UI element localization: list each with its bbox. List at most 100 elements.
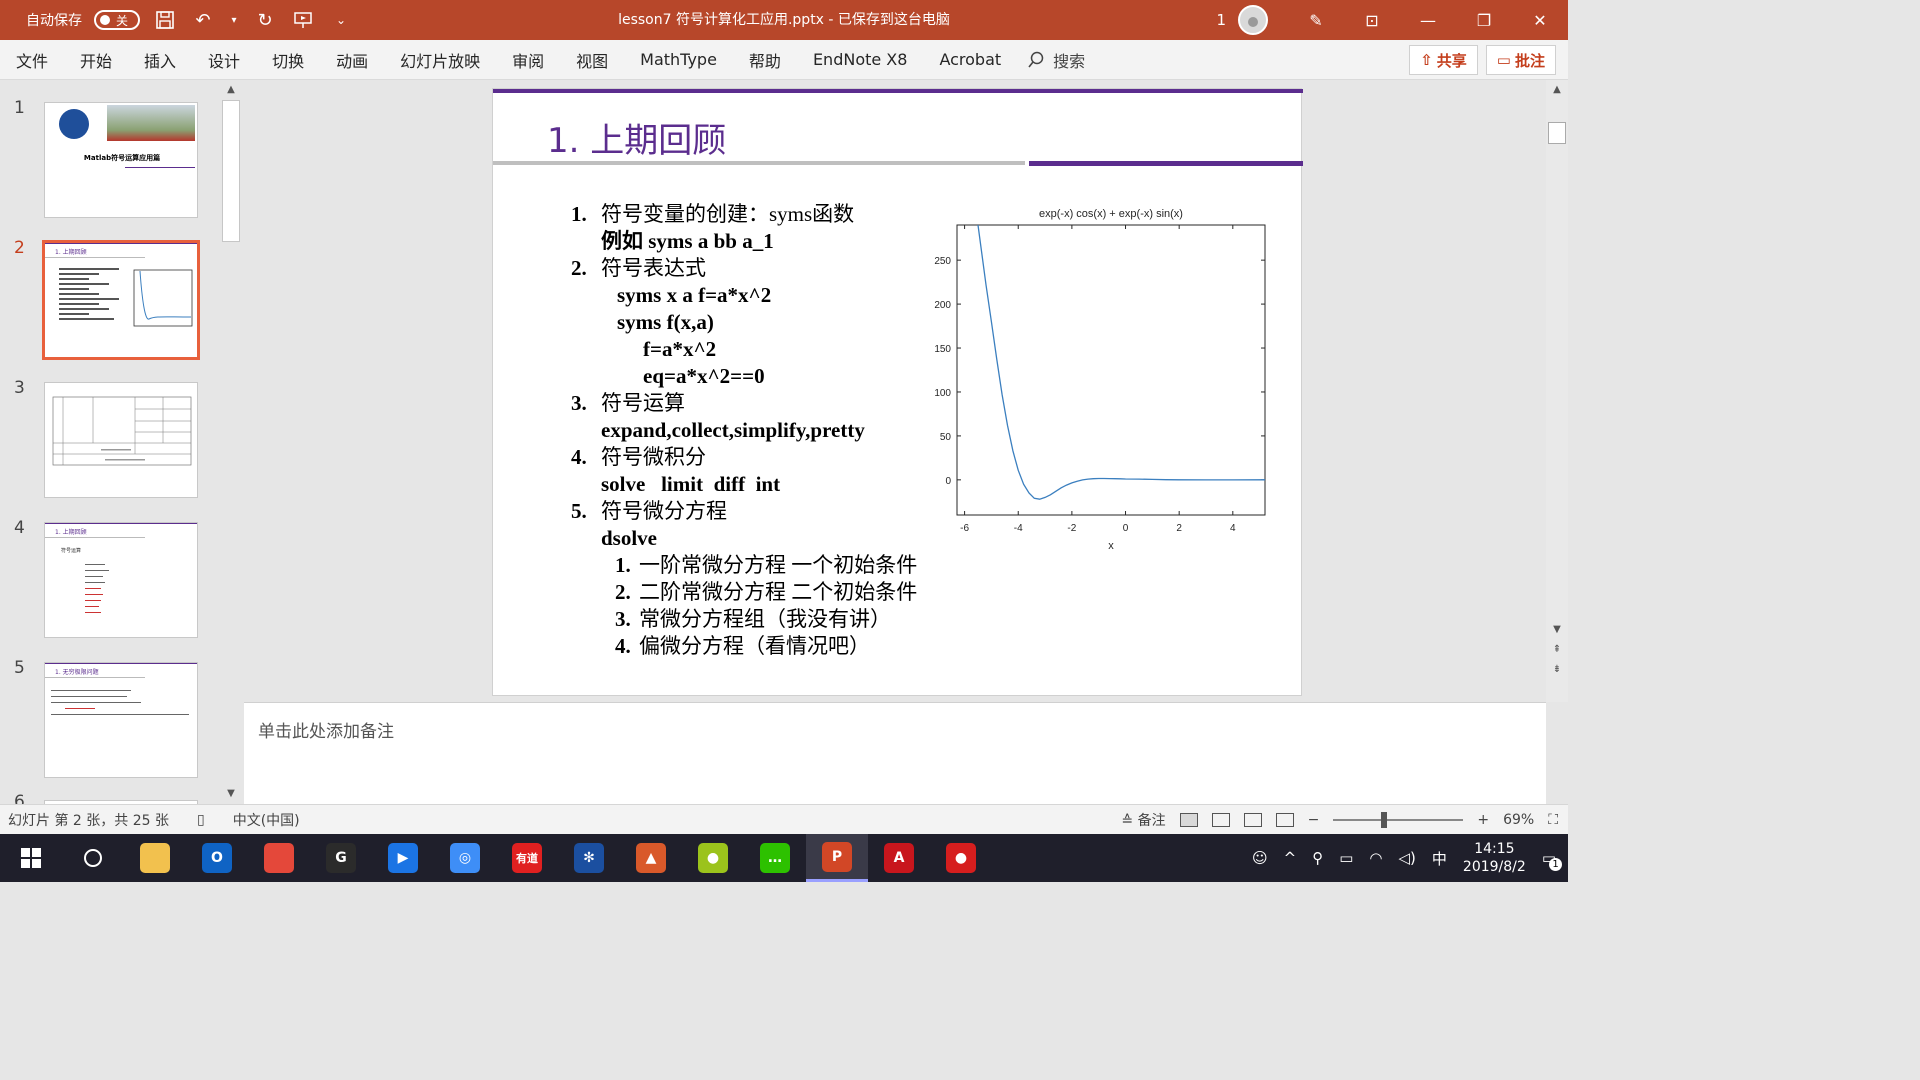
volume-icon[interactable]: ◁)	[1399, 849, 1416, 867]
present-from-start-icon[interactable]	[290, 7, 316, 33]
people-icon[interactable]: ☺	[1252, 849, 1268, 867]
taskbar-powerpoint-icon[interactable]: P	[806, 834, 868, 882]
zoom-slider[interactable]	[1333, 812, 1464, 828]
avatar[interactable]	[1238, 5, 1268, 35]
zoom-level[interactable]: 69%	[1503, 812, 1534, 828]
thumb-slide-3[interactable]	[44, 382, 198, 498]
start-button[interactable]	[0, 834, 62, 882]
tray-app-icon[interactable]: ⚲	[1312, 849, 1323, 867]
taskbar-app-yellow-green-icon[interactable]: ●	[682, 834, 744, 882]
scroll-thumb[interactable]	[222, 100, 240, 242]
taskbar-file-explorer-icon[interactable]	[124, 834, 186, 882]
normal-view-icon[interactable]	[1179, 813, 1198, 827]
search-circle-icon[interactable]	[62, 834, 124, 882]
list-item: 例如 syms a bb a_1	[601, 229, 774, 253]
tab-insert[interactable]: 插入	[128, 48, 192, 72]
tab-design[interactable]: 设计	[192, 48, 256, 72]
thumb-slide-1[interactable]: Matlab符号运算应用篇	[44, 102, 198, 218]
slide-scroll-down-icon[interactable]: ▼	[1550, 624, 1564, 638]
zoom-out-icon[interactable]: −	[1308, 812, 1320, 828]
wechat-tile: …	[760, 843, 790, 873]
slide-scroll-up-icon[interactable]: ▲	[1550, 84, 1564, 98]
slide-sorter-icon[interactable]	[1211, 813, 1230, 827]
spelling-icon[interactable]: ▯	[197, 812, 205, 828]
clock[interactable]: 14:15 2019/8/2	[1463, 840, 1526, 876]
scroll-up-icon[interactable]: ▲	[224, 84, 238, 98]
fit-to-window-icon[interactable]: ⛶	[1548, 812, 1558, 828]
minimize-button[interactable]: —	[1400, 0, 1456, 40]
notes-icon: ≙	[1121, 813, 1134, 829]
tab-endnote[interactable]: EndNote X8	[797, 50, 924, 69]
taskbar-media-player-icon[interactable]: ▶	[372, 834, 434, 882]
taskbar-chrome-icon[interactable]	[248, 834, 310, 882]
taskbar-baidu-netdisk-icon[interactable]: ◎	[434, 834, 496, 882]
thumb-slide-4[interactable]: 1. 上期回顾 符号运算	[44, 522, 198, 638]
x-tick-label: -6	[960, 523, 969, 534]
taskbar-app-g-icon[interactable]: G	[310, 834, 372, 882]
acrobat-tile: A	[884, 843, 914, 873]
pen-icon[interactable]: ✎	[1288, 0, 1344, 40]
wifi-icon[interactable]: ◠	[1369, 849, 1382, 867]
undo-icon[interactable]: ↶	[190, 7, 216, 33]
close-button[interactable]: ✕	[1512, 0, 1568, 40]
redo-icon[interactable]: ↻	[252, 7, 278, 33]
slide-scroll-thumb[interactable]	[1548, 122, 1566, 144]
ribbon-display-icon[interactable]: ⊡	[1344, 0, 1400, 40]
autosave-toggle[interactable]: 关	[94, 10, 140, 30]
tab-review[interactable]: 审阅	[496, 48, 560, 72]
slideshow-view-icon[interactable]	[1275, 813, 1294, 827]
prev-slide-icon[interactable]: ⇞	[1550, 644, 1564, 658]
search-box[interactable]: 搜索	[1027, 48, 1085, 72]
battery-icon[interactable]: ▭	[1339, 849, 1353, 867]
tab-view[interactable]: 视图	[560, 48, 624, 72]
zoom-in-icon[interactable]: +	[1477, 812, 1489, 828]
function-plot[interactable]: exp(-x) cos(x) + exp(-x) sin(x) x -6 -4 -2 0 2…	[913, 201, 1273, 561]
notification-count: 1	[1549, 858, 1562, 871]
list-item: 2. 二阶常微分方程 二个初始条件	[615, 580, 918, 604]
tab-home[interactable]: 开始	[64, 48, 128, 72]
save-icon[interactable]	[152, 7, 178, 33]
notes-pane[interactable]: 单击此处添加备注	[244, 702, 1546, 804]
taskbar-matlab-icon[interactable]: ▲	[620, 834, 682, 882]
share-button[interactable]: ⇧ 共享	[1409, 45, 1478, 75]
ime-indicator[interactable]: 中	[1432, 848, 1447, 869]
slide-body-text[interactable]: 1. 符号变量的创建：syms函数 例如 syms a bb a_1 2. 符号表达…	[571, 201, 917, 660]
taskbar-wechat-icon[interactable]: …	[744, 834, 806, 882]
tab-animations[interactable]: 动画	[320, 48, 384, 72]
show-hidden-icons[interactable]: ^	[1284, 849, 1297, 867]
notes-toggle-label: 备注	[1137, 813, 1166, 829]
taskbar-youdao-icon[interactable]: 有道	[496, 834, 558, 882]
thumb-number-3: 3	[14, 378, 25, 398]
customize-toolbar-icon[interactable]: ⌄	[328, 7, 354, 33]
tab-help[interactable]: 帮助	[733, 48, 797, 72]
reading-view-icon[interactable]	[1243, 813, 1262, 827]
thumbnails-scrollbar[interactable]: ▲ ▼	[220, 80, 242, 804]
slide-scrollbar[interactable]: ▲ ▼ ⇞ ⇟	[1546, 80, 1568, 702]
next-slide-icon[interactable]: ⇟	[1550, 664, 1564, 678]
app-molecule-tile: ✻	[574, 843, 604, 873]
chrome-tile	[264, 843, 294, 873]
taskbar-acrobat-icon[interactable]: A	[868, 834, 930, 882]
language-indicator[interactable]: 中文(中国)	[233, 810, 300, 830]
thumb-slide-2[interactable]: 1. 上期回顾	[42, 240, 200, 360]
taskbar-outlook-icon[interactable]: O	[186, 834, 248, 882]
thumb-slide-5[interactable]: 1. 无穷极限问题	[44, 662, 198, 778]
notes-toggle[interactable]: ≙ 备注	[1121, 810, 1165, 830]
taskbar-app-molecule-icon[interactable]: ✻	[558, 834, 620, 882]
slide-title[interactable]: 1. 上期回顾	[547, 113, 726, 162]
scroll-down-icon[interactable]: ▼	[224, 788, 238, 802]
y-tick-label: 0	[945, 476, 951, 487]
tab-slideshow[interactable]: 幻灯片放映	[384, 48, 496, 72]
list-item: 2. 符号表达式	[571, 256, 706, 280]
university-logo	[59, 109, 89, 139]
current-slide[interactable]: 1. 上期回顾 1. 符号变量的创建：syms函数 例如 syms a bb a_…	[492, 88, 1303, 696]
undo-dropdown-icon[interactable]: ▾	[228, 7, 240, 33]
restore-button[interactable]: ❐	[1456, 0, 1512, 40]
taskbar-recorder-icon[interactable]: ●	[930, 834, 992, 882]
tab-transitions[interactable]: 切换	[256, 48, 320, 72]
notification-center-icon[interactable]: ▭ 1	[1542, 849, 1562, 871]
tab-file[interactable]: 文件	[0, 48, 64, 72]
tab-acrobat[interactable]: Acrobat	[923, 50, 1017, 69]
comments-button[interactable]: ▭ 批注	[1485, 45, 1556, 75]
tab-mathtype[interactable]: MathType	[624, 50, 733, 69]
